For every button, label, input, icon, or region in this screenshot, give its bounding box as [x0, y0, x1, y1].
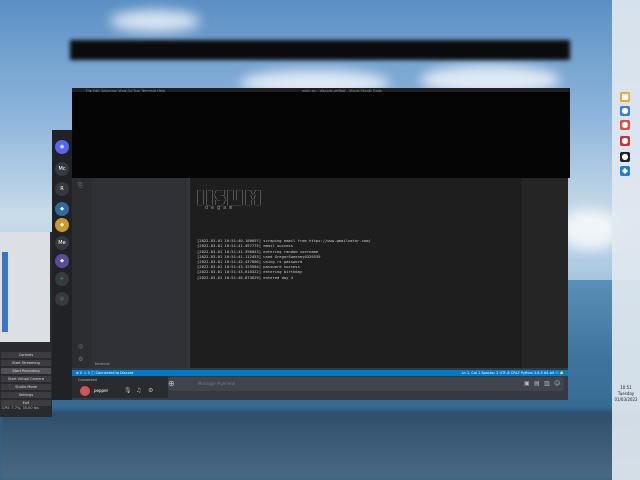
emoji-icon[interactable]: ☺ — [554, 380, 560, 387]
explorer-icon[interactable]: ⎘ — [78, 182, 83, 190]
obs-preview — [0, 232, 50, 342]
add-server-icon[interactable]: + — [55, 272, 69, 286]
log-line: [2022-03-01 10:51:46.874629] entered day… — [197, 274, 294, 280]
server-icon[interactable]: Mc — [55, 162, 69, 176]
minimap — [522, 178, 568, 368]
server-icon[interactable]: ◆ — [55, 202, 69, 216]
terminal-tab[interactable]: terminal — [95, 362, 110, 366]
obs-controls-label: Controls — [1, 352, 51, 358]
clock-date: 01/03/2022 — [614, 397, 638, 402]
message-bar[interactable]: ⊕ Message #general ▣ ▤ ▥ ☺ — [168, 377, 564, 391]
vscode-icon[interactable]: ◆ — [620, 166, 630, 176]
settings-button[interactable]: Settings — [1, 392, 51, 398]
avatar[interactable] — [80, 386, 90, 396]
gear-icon[interactable]: ⚙ — [148, 387, 153, 394]
headphones-icon[interactable]: ♫ — [136, 387, 141, 394]
cloud — [110, 10, 200, 32]
discord-home-icon[interactable]: ◉ — [55, 140, 69, 154]
server-icon[interactable]: ◆ — [55, 254, 69, 268]
folder-icon[interactable]: ■ — [620, 92, 630, 102]
start-streaming-button[interactable]: Start Streaming — [1, 360, 51, 366]
message-input[interactable]: Message #general — [198, 381, 235, 386]
studio-mode-button[interactable]: Studio Mode — [1, 384, 51, 390]
ascii-logo: _ _ __ _ _ _ _ | || |/ _|| || || \/ | | … — [196, 185, 263, 211]
server-icon[interactable]: ◆ — [55, 218, 69, 232]
cloud — [560, 210, 620, 250]
gif-icon[interactable]: ▤ — [534, 380, 540, 387]
gift-icon[interactable]: ▣ — [524, 380, 530, 387]
obs-panel: Controls Start Streaming Start Recording… — [0, 232, 52, 417]
start-recording-button[interactable]: Start Recording — [1, 368, 51, 374]
sticker-icon[interactable]: ▥ — [544, 380, 550, 387]
server-icon[interactable]: R — [55, 182, 69, 196]
blurred-foreground — [0, 410, 640, 480]
gear-icon[interactable]: ⚙ — [78, 356, 83, 363]
server-icon[interactable]: Me — [55, 236, 69, 250]
clock-time: 10:51 — [620, 385, 632, 390]
user-panel: pepper 🎙 ♫ ⚙ — [72, 384, 168, 398]
log-output: [2022-03-01 10:51:40.100057] scraping em… — [197, 233, 371, 285]
mic-icon[interactable]: 🎙 — [124, 387, 132, 394]
account-icon[interactable]: ◎ — [78, 343, 83, 350]
edge-icon[interactable]: ● — [620, 106, 630, 116]
redacted-area — [72, 92, 570, 178]
plus-icon[interactable]: ⊕ — [168, 379, 175, 388]
chrome-icon[interactable]: ● — [620, 120, 630, 130]
explore-icon[interactable]: ◎ — [55, 292, 69, 306]
sidebar — [92, 178, 188, 368]
obs-stats: CPU: 7.7%, 30.00 fps — [2, 406, 39, 410]
blurred-black-bar — [70, 40, 570, 60]
activity-bar: ⎘ ◎ ⚙ — [72, 178, 92, 368]
connection-status: Connected — [72, 376, 168, 384]
obs-icon[interactable]: ● — [620, 152, 630, 162]
clock-day: Tuesday — [617, 391, 635, 396]
username: pepper — [94, 388, 109, 393]
server-rail: ◉ Mc R ◆ ◆ Me ◆ + ◎ — [52, 130, 72, 400]
taskbar: ■ ● ● ● ● ◆ 10:51 Tuesday 01/03/2022 — [612, 0, 640, 480]
virtual-camera-button[interactable]: Start Virtual Camera — [1, 376, 51, 382]
status-right[interactable]: Ln 1, Col 1 Spaces: 2 UTF-8 CRLF Python … — [462, 370, 564, 376]
record-icon[interactable]: ● — [620, 136, 630, 146]
